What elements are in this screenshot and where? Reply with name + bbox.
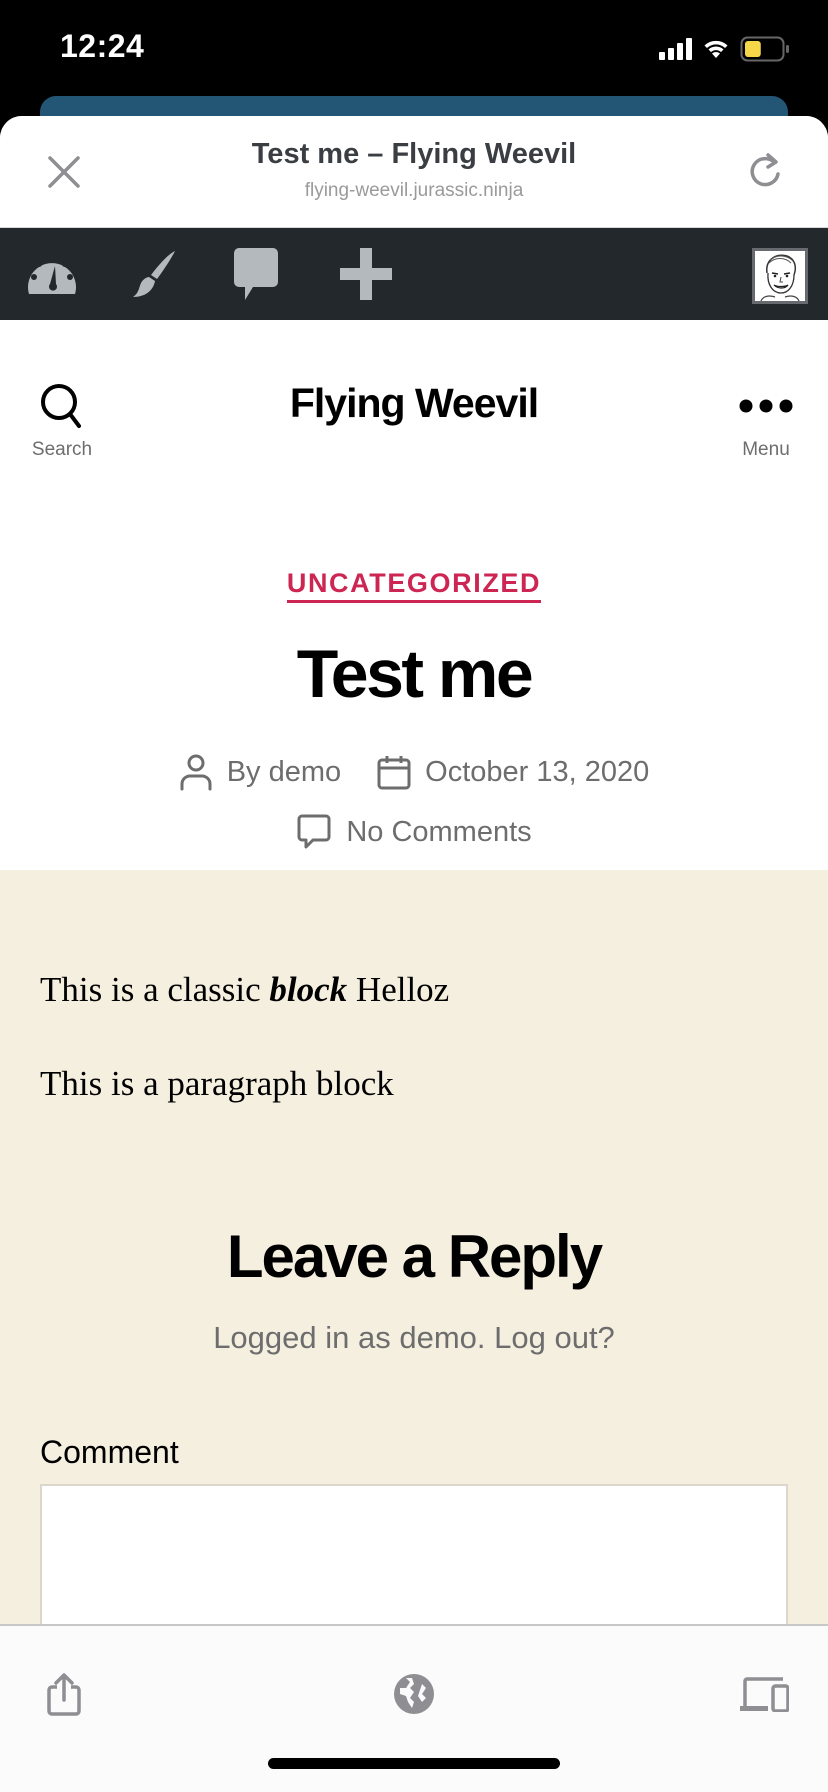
customize-brush-icon [133,251,175,297]
admin-dashboard-button[interactable] [24,246,80,302]
post-meta: By demo October 13, 2020 [0,753,828,791]
wifi-icon [702,38,730,60]
battery-icon [740,36,790,62]
para1-text: This is a classic [40,970,270,1009]
browser-page-title: Test me – Flying Weevil [251,138,577,170]
reload-button[interactable] [744,150,788,194]
share-button[interactable] [34,1664,94,1724]
classic-block-paragraph: This is a classic block Helloz [40,970,449,1010]
header-menu-toggle[interactable]: Menu [736,382,796,461]
open-in-browser-button[interactable] [384,1664,444,1724]
category-link[interactable]: UNCATEGORIZED [286,568,542,603]
site-title[interactable]: Flying Weevil [0,380,828,427]
logged-in-link[interactable]: Logged in as demo. [213,1320,485,1355]
logged-in-as: Logged in as demo. Log out? [0,1320,828,1356]
menu-dots-icon [739,399,793,413]
globe-icon [394,1674,434,1714]
post-comments-link[interactable]: No Comments [296,813,532,851]
logout-link[interactable]: Log out? [494,1320,615,1355]
dashboard-icon [28,256,77,294]
para1-tail: Helloz [347,970,450,1009]
admin-customize-button[interactable] [126,246,182,302]
person-icon [180,754,212,791]
browser-header: Test me – Flying Weevil flying-weevil.ju… [0,116,828,228]
post-date[interactable]: October 13, 2020 [377,754,649,790]
user-avatar[interactable] [752,248,808,304]
calendar-icon [377,756,411,790]
entry-header: UNCATEGORIZED Test me By demo October 13… [0,510,828,870]
devices-icon [740,1677,789,1712]
share-icon [47,1673,81,1716]
author-text: By demo [226,755,342,788]
admin-new-button[interactable] [338,246,394,302]
admin-comments-button[interactable] [228,246,284,302]
post-author[interactable]: By demo [179,753,341,791]
date-text: October 13, 2020 [425,755,650,788]
search-label: Search [31,439,93,460]
paragraph-block: This is a paragraph block [40,1064,394,1103]
browser-url: flying-weevil.jurassic.ninja [304,180,524,201]
comments-text: No Comments [346,815,532,848]
reply-title: Leave a Reply [226,1223,603,1290]
avatar-sketch-icon [755,251,805,301]
comments-icon [234,248,278,300]
status-time: 12:24 [60,28,145,64]
site-header: Search Flying Weevil Menu [0,320,828,510]
status-icons [659,36,790,62]
signal-icon [659,38,692,60]
new-plus-icon [340,248,392,300]
post-meta-comments: No Comments [0,813,828,851]
home-indicator[interactable] [268,1758,560,1769]
wp-admin-bar [0,228,828,320]
para1-bold: block [269,970,348,1009]
comment-bubble-icon [297,814,331,849]
in-app-browser: Test me – Flying Weevil flying-weevil.ju… [0,116,828,1792]
entry-title: Test me [296,636,534,712]
comment-label: Comment [40,1434,179,1470]
reload-icon [750,153,780,187]
menu-label: Menu [742,439,790,460]
device-handoff-button[interactable] [734,1664,794,1724]
browser-bottom-toolbar [0,1624,828,1792]
status-bar: 12:24 [0,0,828,100]
